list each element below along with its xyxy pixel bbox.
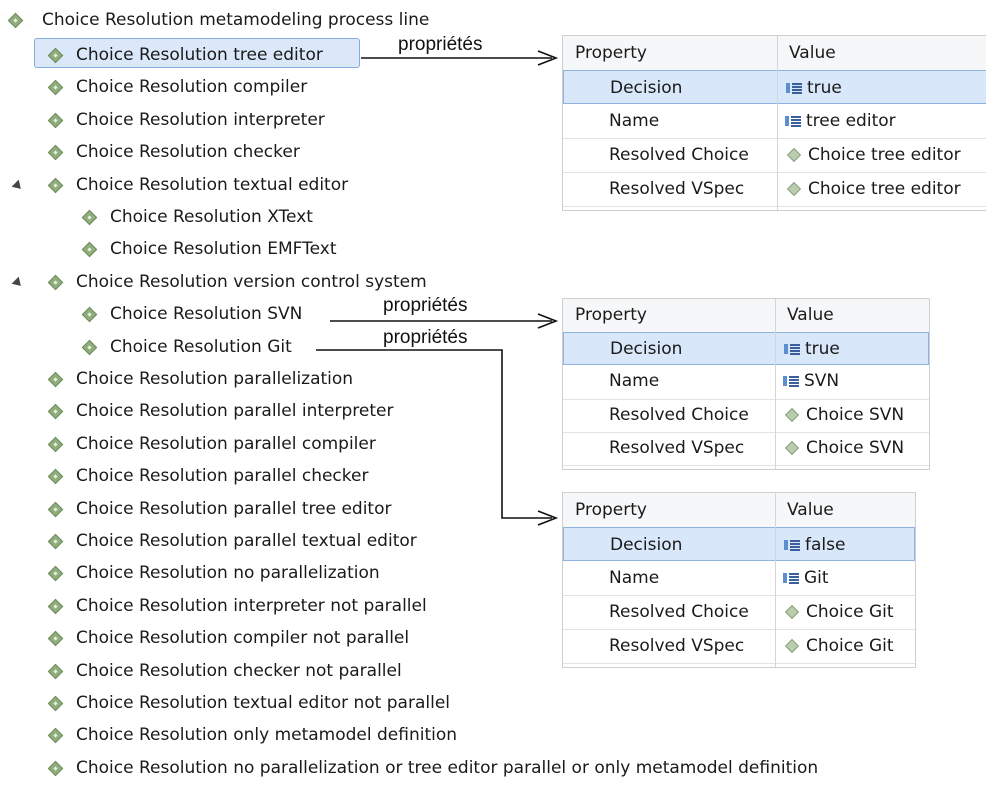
property-name: Resolved Choice	[609, 602, 749, 622]
reference-icon	[784, 638, 800, 654]
property-name: Resolved VSpec	[609, 179, 745, 199]
property-value-cell[interactable]: Choice Git	[783, 595, 894, 626]
property-value-cell[interactable]: Choice tree editor	[785, 172, 961, 203]
properties-table: Property Value Decision true Name SVN Resolved…	[562, 298, 930, 470]
property-value-cell[interactable]: Choice Git	[783, 629, 894, 660]
attribute-icon	[785, 115, 802, 127]
reference-icon	[784, 604, 800, 620]
property-value: Choice tree editor	[808, 179, 961, 199]
header-property[interactable]: Property	[575, 36, 647, 67]
property-name: Resolved Choice	[609, 404, 749, 425]
table-row[interactable]: Resolved Choice Choice SVN	[563, 399, 929, 433]
property-value-cell[interactable]: Git	[783, 561, 829, 592]
property-name: Name	[609, 111, 660, 131]
property-name: Resolved VSpec	[609, 437, 745, 458]
property-value: Git	[804, 568, 829, 588]
property-value: Choice Git	[806, 602, 894, 622]
property-value: false	[805, 535, 846, 555]
property-name: Name	[609, 371, 660, 392]
table-header: Property Value	[563, 299, 929, 334]
header-property[interactable]: Property	[575, 299, 647, 330]
header-property[interactable]: Property	[575, 493, 647, 524]
column-divider[interactable]	[777, 36, 778, 210]
reference-icon	[784, 440, 800, 455]
property-name: Decision	[610, 535, 683, 555]
reference-icon	[786, 147, 802, 163]
table-row[interactable]: Resolved VSpec Choice tree editor	[563, 172, 986, 207]
table-row[interactable]: Resolved VSpec Choice Git	[563, 629, 915, 664]
table-row[interactable]: Resolved VSpec Choice SVN	[563, 432, 929, 466]
table-row[interactable]: Name SVN	[563, 365, 929, 400]
property-value-cell[interactable]: SVN	[783, 365, 839, 396]
annotation-git: propriétés	[383, 327, 468, 348]
property-value: Choice Git	[806, 636, 894, 656]
property-value: true	[807, 78, 842, 98]
attribute-icon	[783, 572, 800, 584]
property-value-cell[interactable]: Choice SVN	[783, 399, 904, 430]
property-value: true	[805, 339, 840, 360]
attribute-icon	[784, 343, 801, 355]
property-name: Decision	[610, 339, 683, 360]
property-name: Resolved VSpec	[609, 636, 745, 656]
column-divider[interactable]	[775, 493, 776, 667]
properties-table: Property Value Decision false Name Git Resolve…	[562, 492, 916, 668]
attribute-icon	[783, 375, 800, 387]
property-value-cell[interactable]: false	[784, 528, 845, 559]
property-value: Choice SVN	[806, 404, 905, 425]
table-row[interactable]: Decision true	[563, 332, 929, 366]
table-row[interactable]: Resolved Choice Choice Git	[563, 595, 915, 630]
table-row[interactable]: Decision true	[563, 70, 986, 104]
property-value-cell[interactable]: Choice SVN	[783, 432, 904, 463]
property-value: SVN	[804, 371, 840, 392]
property-value: tree editor	[806, 111, 896, 131]
property-name: Name	[609, 568, 660, 588]
table-header: Property Value	[563, 493, 915, 528]
reference-icon	[786, 181, 802, 197]
property-value-cell[interactable]: Choice tree editor	[785, 138, 961, 169]
property-name: Decision	[610, 78, 683, 98]
table-row[interactable]: Decision false	[563, 527, 915, 561]
properties-table: Property Value Decision true Name tree editor…	[562, 35, 986, 211]
property-value-cell[interactable]: true	[786, 71, 842, 102]
header-value[interactable]: Value	[787, 299, 834, 330]
attribute-icon	[784, 539, 801, 551]
property-value: Choice tree editor	[808, 145, 961, 165]
table-row[interactable]: Name tree editor	[563, 104, 986, 139]
annotation-svn: propriétés	[383, 295, 468, 316]
table-header: Property Value	[563, 36, 986, 71]
reference-icon	[784, 407, 800, 422]
annotation-tree-editor: propriétés	[398, 34, 483, 55]
property-value-cell[interactable]: true	[784, 333, 840, 364]
header-value[interactable]: Value	[789, 36, 836, 67]
column-divider[interactable]	[775, 299, 776, 469]
table-row[interactable]: Name Git	[563, 561, 915, 596]
property-value: Choice SVN	[806, 437, 905, 458]
property-value-cell[interactable]: tree editor	[785, 104, 896, 135]
attribute-icon	[786, 82, 803, 94]
table-row[interactable]: Resolved Choice Choice tree editor	[563, 138, 986, 173]
header-value[interactable]: Value	[787, 493, 834, 524]
property-name: Resolved Choice	[609, 145, 749, 165]
